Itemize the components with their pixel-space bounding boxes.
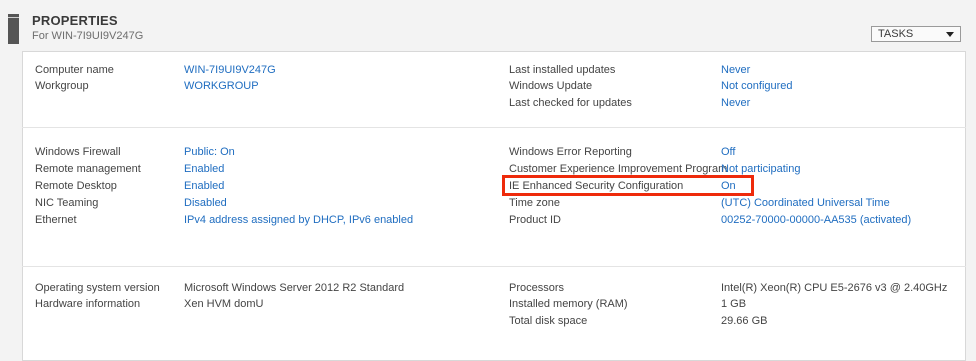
ethernet-label: Ethernet <box>35 214 77 226</box>
product-id-link[interactable]: 00252-70000-00000-AA535 (activated) <box>721 214 911 226</box>
tasks-label: TASKS <box>878 28 914 40</box>
tasks-dropdown[interactable]: TASKS <box>871 26 961 42</box>
computer-name-label: Computer name <box>35 64 114 76</box>
os-version-value: Microsoft Windows Server 2012 R2 Standar… <box>184 282 405 294</box>
computer-name-link[interactable]: WIN-7I9UI9V247G <box>184 64 276 76</box>
ceip-label: Customer Experience Improvement Program <box>509 163 728 175</box>
workgroup-label: Workgroup <box>35 80 89 92</box>
processors-label: Processors <box>509 282 565 294</box>
time-zone-link[interactable]: (UTC) Coordinated Universal Time <box>721 197 890 209</box>
last-installed-updates-label: Last installed updates <box>509 64 616 76</box>
time-zone-label: Time zone <box>509 197 560 209</box>
remote-management-label: Remote management <box>35 163 141 175</box>
remote-desktop-link[interactable]: Enabled <box>184 180 224 192</box>
page-title: PROPERTIES <box>32 13 118 28</box>
last-checked-label: Last checked for updates <box>509 97 632 109</box>
nic-teaming-link[interactable]: Disabled <box>184 197 227 209</box>
windows-update-link[interactable]: Not configured <box>721 80 793 92</box>
section-divider <box>22 127 966 128</box>
remote-management-link[interactable]: Enabled <box>184 163 224 175</box>
workgroup-link[interactable]: WORKGROUP <box>184 80 259 92</box>
remote-desktop-label: Remote Desktop <box>35 180 117 192</box>
disk-space-value: 29.66 GB <box>721 315 768 327</box>
last-checked-link[interactable]: Never <box>721 97 750 109</box>
last-installed-updates-link[interactable]: Never <box>721 64 750 76</box>
ethernet-link[interactable]: IPv4 address assigned by DHCP, IPv6 enab… <box>184 214 413 226</box>
ie-esc-highlight-box <box>502 175 754 196</box>
section-divider <box>22 266 966 267</box>
windows-update-label: Windows Update <box>509 80 593 92</box>
windows-firewall-link[interactable]: Public: On <box>184 146 235 158</box>
product-id-label: Product ID <box>509 214 561 226</box>
os-version-label: Operating system version <box>35 282 160 294</box>
hardware-info-label: Hardware information <box>35 298 141 310</box>
server-icon <box>8 14 19 44</box>
processors-value: Intel(R) Xeon(R) CPU E5-2676 v3 @ 2.40GH… <box>721 282 948 294</box>
page-subtitle: For WIN-7I9UI9V247G <box>32 30 144 42</box>
hardware-info-value: Xen HVM domU <box>184 298 264 310</box>
nic-teaming-label: NIC Teaming <box>35 197 99 209</box>
ceip-link[interactable]: Not participating <box>721 163 801 175</box>
chevron-down-icon <box>946 32 954 37</box>
disk-space-label: Total disk space <box>509 315 588 327</box>
error-reporting-link[interactable]: Off <box>721 146 735 158</box>
properties-header: PROPERTIES For WIN-7I9UI9V247G TASKS <box>0 0 976 46</box>
memory-value: 1 GB <box>721 298 747 310</box>
windows-firewall-label: Windows Firewall <box>35 146 121 158</box>
memory-label: Installed memory (RAM) <box>509 298 628 310</box>
error-reporting-label: Windows Error Reporting <box>509 146 632 158</box>
